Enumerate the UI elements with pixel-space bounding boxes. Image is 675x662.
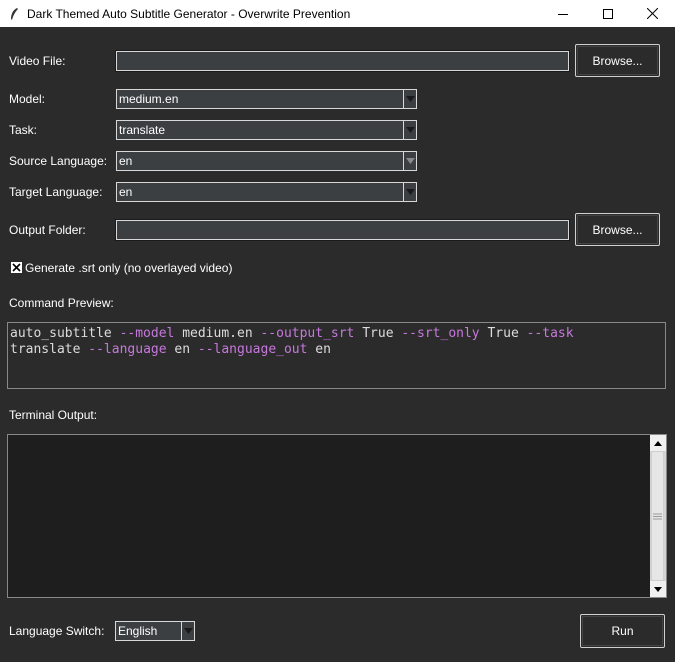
- minimize-icon: [557, 13, 568, 15]
- command-text: True: [479, 326, 527, 341]
- command-text: auto_subtitle: [10, 326, 120, 341]
- terminal-output-label: Terminal Output:: [9, 408, 98, 422]
- source-language-label: Source Language:: [9, 154, 108, 168]
- command-flag: --language_out: [197, 342, 308, 357]
- command-flag: --task: [526, 326, 574, 341]
- arrow-down-icon: [654, 586, 662, 592]
- command-preview-label: Command Preview:: [9, 296, 114, 310]
- command-text: translate: [10, 342, 89, 357]
- task-select[interactable]: translate: [116, 120, 417, 140]
- srt-only-checkbox[interactable]: [11, 262, 22, 273]
- maximize-button[interactable]: [585, 0, 630, 27]
- target-language-select[interactable]: en: [116, 182, 417, 202]
- command-text: True: [354, 326, 402, 341]
- model-label: Model:: [9, 92, 46, 106]
- language-switch-label: Language Switch:: [9, 624, 105, 638]
- chevron-down-icon[interactable]: [403, 121, 416, 139]
- command-text: en: [166, 342, 198, 357]
- command-preview-text[interactable]: auto_subtitle --model medium.en --output…: [7, 322, 666, 389]
- maximize-icon: [602, 8, 613, 19]
- source-language-select[interactable]: en: [116, 151, 417, 171]
- command-text: medium.en: [174, 326, 261, 341]
- task-label: Task:: [9, 123, 38, 137]
- video-file-label: Video File:: [9, 54, 66, 68]
- chevron-down-icon[interactable]: [403, 90, 416, 108]
- window-title: Dark Themed Auto Subtitle Generator - Ov…: [27, 6, 351, 21]
- chevron-down-icon[interactable]: [181, 622, 194, 640]
- task-select-value: translate: [119, 123, 166, 137]
- run-button[interactable]: Run: [580, 614, 665, 648]
- feather-icon: [7, 7, 21, 21]
- minimize-button[interactable]: [540, 0, 585, 27]
- grip-icon: [653, 513, 662, 520]
- model-select[interactable]: medium.en: [116, 89, 417, 109]
- language-switch-select[interactable]: English: [115, 621, 195, 641]
- srt-only-label[interactable]: Generate .srt only (no overlayed video): [25, 261, 232, 275]
- command-flag: --output_srt: [260, 326, 355, 341]
- scroll-up-button[interactable]: [650, 435, 666, 451]
- close-icon: [647, 8, 658, 19]
- command-text: en: [307, 342, 331, 357]
- video-file-input[interactable]: [115, 50, 570, 72]
- scroll-down-button[interactable]: [650, 581, 666, 597]
- terminal-output[interactable]: [7, 434, 667, 598]
- close-button[interactable]: [630, 0, 675, 27]
- terminal-scrollbar[interactable]: [650, 435, 666, 597]
- model-select-value: medium.en: [119, 92, 179, 106]
- command-flag: --model: [119, 326, 175, 341]
- source-language-value: en: [119, 154, 133, 168]
- chevron-down-icon[interactable]: [403, 183, 416, 201]
- target-language-label: Target Language:: [9, 185, 103, 199]
- video-browse-button[interactable]: Browse...: [575, 44, 660, 77]
- arrow-up-icon: [654, 440, 662, 446]
- language-switch-value: English: [118, 624, 158, 638]
- title-bar: Dark Themed Auto Subtitle Generator - Ov…: [0, 0, 675, 27]
- target-language-value: en: [119, 185, 133, 199]
- checkmark-icon: [12, 263, 21, 272]
- output-browse-button[interactable]: Browse...: [575, 213, 660, 246]
- command-flag: --srt_only: [401, 326, 480, 341]
- command-flag: --language: [88, 342, 167, 357]
- scroll-thumb[interactable]: [651, 451, 664, 581]
- output-folder-label: Output Folder:: [9, 223, 86, 237]
- output-folder-input[interactable]: [115, 219, 570, 241]
- chevron-down-icon[interactable]: [403, 152, 416, 170]
